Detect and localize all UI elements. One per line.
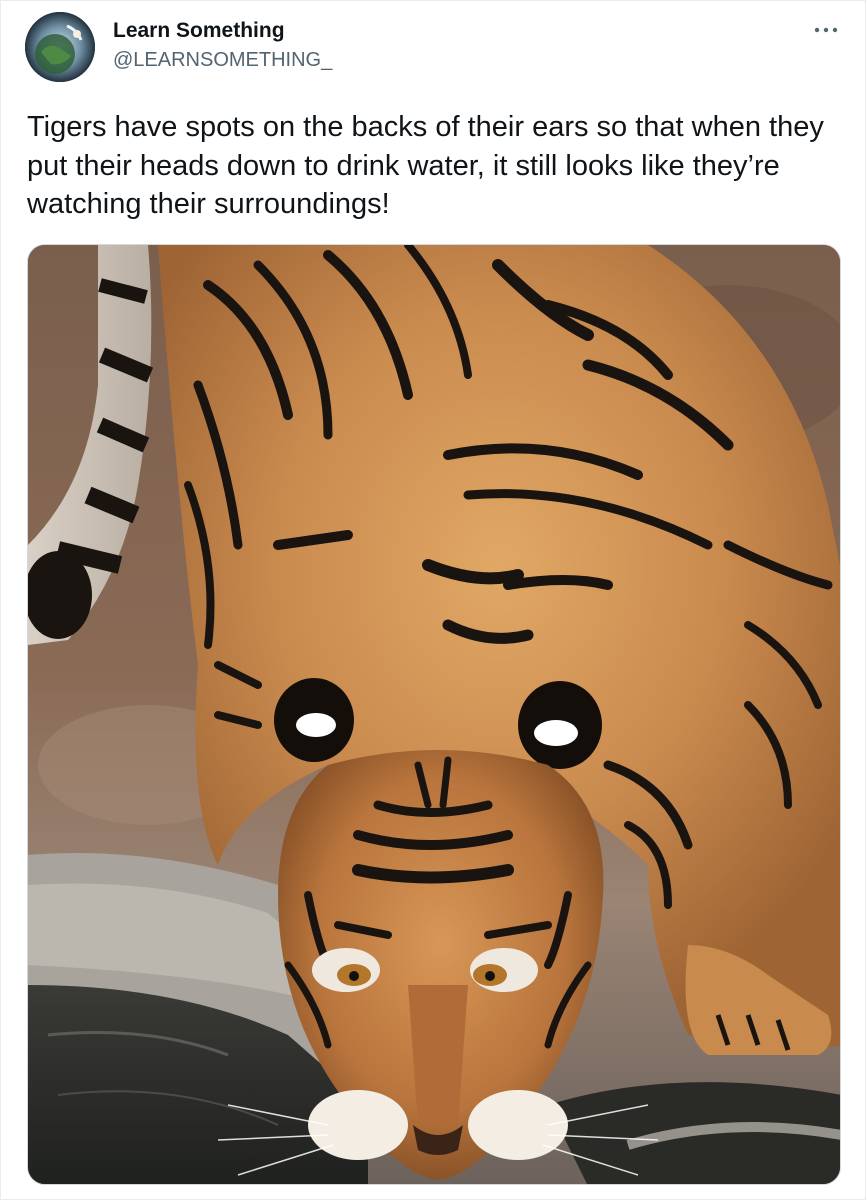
earth-avatar-icon (25, 12, 95, 82)
more-options-button[interactable] (809, 19, 843, 41)
author-display-name[interactable]: Learn Something (113, 19, 285, 43)
avatar[interactable] (25, 12, 95, 82)
tweet-text: Tigers have spots on the backs of their … (27, 111, 824, 220)
tweet-card: Learn Something @LEARNSOMETHING_ Tigers … (0, 0, 866, 1200)
author-handle[interactable]: @LEARNSOMETHING_ (113, 49, 332, 72)
tiger-drinking-photo (28, 245, 840, 1184)
tweet-photo[interactable] (27, 244, 841, 1185)
more-horizontal-icon (814, 27, 838, 33)
